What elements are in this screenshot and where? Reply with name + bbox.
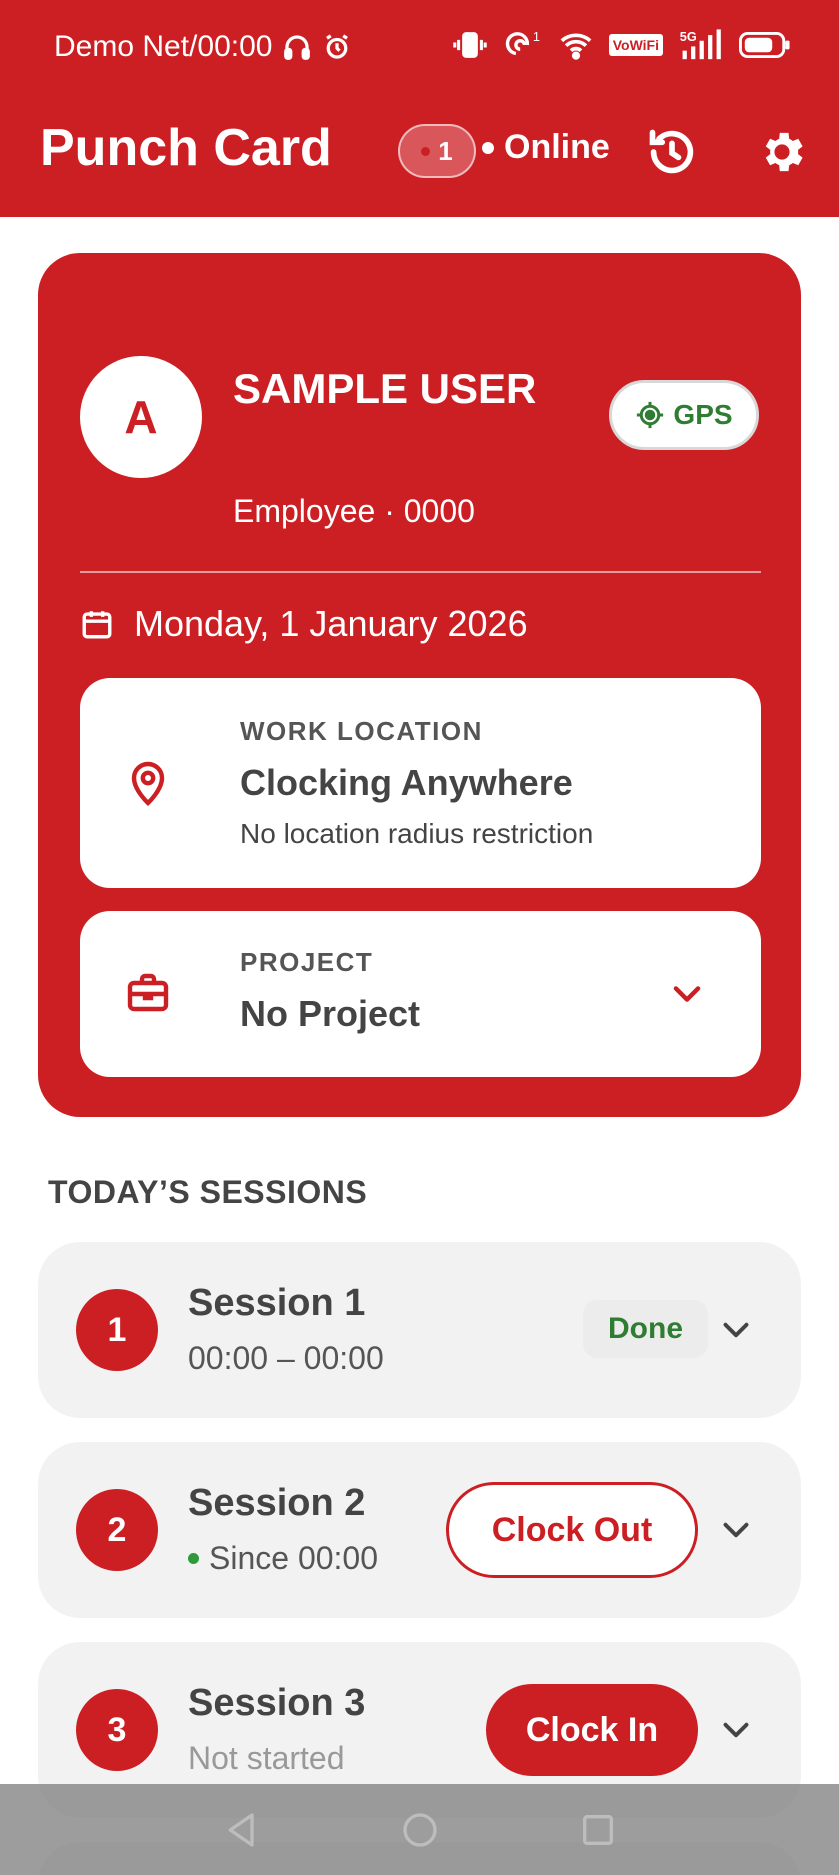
user-role-id: Employee · 0000 bbox=[233, 493, 475, 529]
avatar: A bbox=[80, 356, 202, 478]
user-card: A SAMPLE USER GPS Employee · 0000 Monday… bbox=[38, 253, 801, 1117]
chevron-down-icon[interactable] bbox=[718, 1312, 754, 1348]
app-bar: Demo Net/00:00 1 VoWiFi 5G Punch Card 1 … bbox=[0, 0, 839, 217]
chevron-down-icon[interactable] bbox=[718, 1712, 754, 1748]
battery-icon bbox=[739, 32, 790, 58]
gps-button[interactable]: GPS bbox=[609, 380, 759, 450]
work-location-title: Clocking Anywhere bbox=[240, 762, 573, 803]
work-location-card: WORK LOCATION Clocking Anywhere No locat… bbox=[80, 678, 761, 888]
vowifi-badge: VoWiFi bbox=[608, 34, 663, 56]
project-value: No Project bbox=[240, 993, 421, 1034]
connection-status: Online bbox=[482, 128, 610, 167]
sessions-heading: TODAY’S SESSIONS bbox=[48, 1174, 368, 1210]
project-label: PROJECT bbox=[240, 947, 374, 977]
clock-in-button[interactable]: Clock In bbox=[486, 1684, 698, 1776]
calendar-icon bbox=[82, 611, 112, 639]
pending-dot-icon bbox=[421, 146, 431, 156]
clock-out-button[interactable]: Clock Out bbox=[446, 1482, 698, 1578]
online-dot-icon bbox=[482, 141, 494, 154]
hotspot-icon: 1 bbox=[505, 29, 540, 56]
date-row: Monday, 1 January 2026 bbox=[80, 603, 528, 645]
crosshair-icon bbox=[637, 401, 664, 429]
pending-count: 1 bbox=[438, 135, 453, 166]
current-date: Monday, 1 January 2026 bbox=[134, 603, 528, 644]
system-nav-bar bbox=[0, 1784, 839, 1875]
back-icon[interactable] bbox=[222, 1810, 262, 1850]
gear-icon[interactable] bbox=[756, 126, 808, 178]
session-title: Session 3 bbox=[188, 1682, 366, 1724]
status-bar-left: Demo Net/00:00 bbox=[54, 30, 352, 64]
history-icon[interactable] bbox=[646, 126, 698, 178]
home-icon[interactable] bbox=[400, 1810, 440, 1850]
session-time-range: 00:00 – 00:00 bbox=[188, 1340, 384, 1377]
status-badge: Done bbox=[583, 1300, 708, 1358]
session-card-2[interactable]: 2 Session 2 Since 00:00 Clock Out bbox=[38, 1442, 801, 1618]
network-type: 5G bbox=[680, 29, 697, 44]
pending-sync-badge[interactable]: 1 bbox=[398, 124, 476, 178]
session-active-since: Since 00:00 bbox=[188, 1540, 378, 1577]
svg-text:1: 1 bbox=[533, 29, 540, 44]
session-number: 1 bbox=[76, 1289, 158, 1371]
map-pin-icon bbox=[131, 761, 165, 807]
project-selector[interactable]: PROJECT No Project bbox=[80, 911, 761, 1077]
connection-status-label: Online bbox=[504, 128, 610, 166]
page-title: Punch Card bbox=[40, 119, 332, 177]
session-subtitle: Not started bbox=[188, 1740, 345, 1776]
recents-icon[interactable] bbox=[578, 1810, 618, 1850]
session-number: 3 bbox=[76, 1689, 158, 1771]
user-name: SAMPLE USER bbox=[233, 365, 537, 412]
session-subtitle: 00:00 – 00:00 bbox=[188, 1340, 384, 1376]
chevron-down-icon[interactable] bbox=[668, 975, 706, 1013]
headphones-icon bbox=[284, 35, 311, 60]
status-bar-right: 1 VoWiFi 5G bbox=[451, 28, 791, 62]
session-not-started: Not started bbox=[188, 1740, 345, 1777]
alarm-icon bbox=[326, 34, 349, 59]
briefcase-icon bbox=[127, 973, 169, 1012]
chevron-down-icon[interactable] bbox=[718, 1512, 754, 1548]
signal-icon: 5G bbox=[680, 29, 721, 60]
session-number: 2 bbox=[76, 1489, 158, 1571]
session-title: Session 2 bbox=[188, 1482, 366, 1524]
session-subtitle: Since 00:00 bbox=[209, 1540, 379, 1576]
vibrate-icon bbox=[452, 32, 487, 58]
work-location-label: WORK LOCATION bbox=[240, 716, 483, 746]
work-location-description: No location radius restriction bbox=[240, 818, 594, 849]
active-dot-icon bbox=[188, 1553, 199, 1564]
session-title: Session 1 bbox=[188, 1282, 366, 1324]
carrier-time: Demo Net/00:00 bbox=[54, 30, 273, 63]
session-card-1[interactable]: 1 Session 1 00:00 – 00:00 Done bbox=[38, 1242, 801, 1418]
divider bbox=[80, 571, 761, 573]
wifi-icon bbox=[560, 33, 592, 60]
gps-label: GPS bbox=[673, 399, 733, 430]
